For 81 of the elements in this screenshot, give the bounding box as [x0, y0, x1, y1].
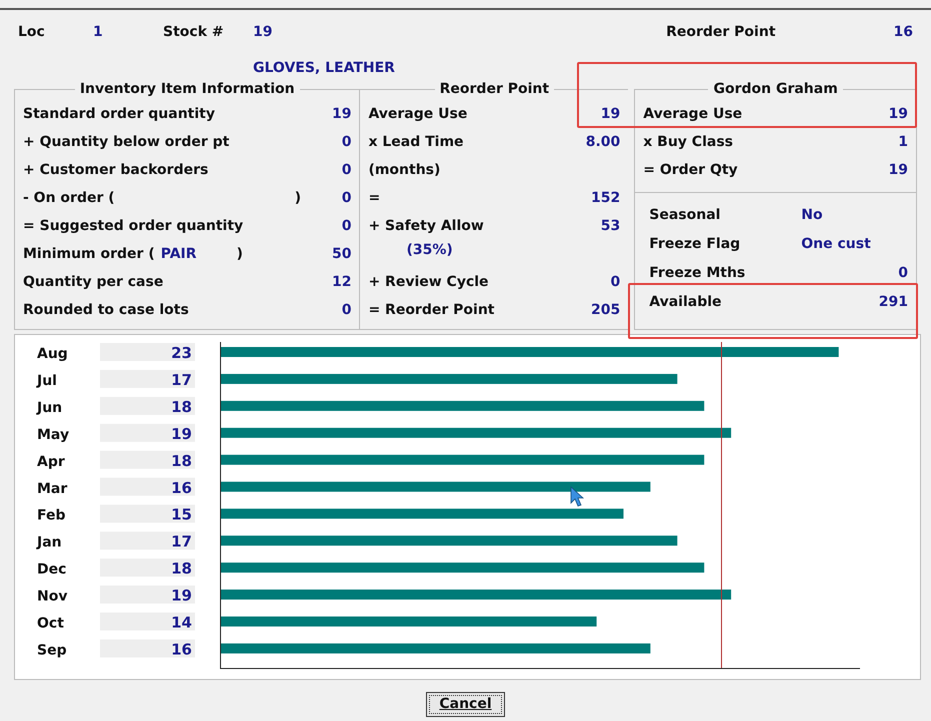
month-label: Nov	[37, 588, 68, 605]
value-label: 23	[171, 344, 192, 362]
field-value: 19	[888, 104, 908, 124]
field-value: 16	[894, 23, 913, 42]
field-label: x Buy Class	[643, 132, 733, 152]
field-label: = Reorder Point	[368, 300, 494, 320]
field-value: 19	[332, 104, 352, 124]
field-label: Minimum order (	[23, 244, 155, 264]
month-label: Dec	[37, 562, 66, 578]
field-label: )	[294, 188, 302, 208]
value-label: 15	[171, 506, 192, 524]
value-label: 18	[171, 398, 192, 416]
field-label: Reorder Point	[666, 23, 776, 42]
field-value: 1	[93, 23, 104, 42]
field-label: Standard order quantity	[23, 104, 215, 124]
month-label: Oct	[37, 616, 64, 632]
field-label: = Order Qty	[643, 160, 738, 180]
field-value: 19	[600, 104, 620, 124]
field-label: (months)	[368, 160, 440, 180]
field-label: + Review Cycle	[368, 272, 489, 292]
field-value: 152	[591, 188, 620, 208]
field-value: 0	[610, 272, 620, 292]
field-value: 50	[332, 244, 352, 264]
group-title: Inventory Item Information	[74, 81, 300, 97]
value-label: 18	[171, 560, 192, 578]
field-label: Loc	[18, 23, 46, 42]
field-value: No	[801, 206, 823, 225]
month-label: Jan	[37, 534, 62, 551]
cancel-button[interactable]: Cancel	[426, 692, 505, 717]
month-label: Jul	[37, 372, 57, 389]
field-value: 0	[898, 264, 908, 283]
item-description: GLOVES, LEATHER	[253, 60, 395, 76]
field-value: 1	[898, 132, 908, 152]
field-label: - On order (	[23, 188, 115, 208]
field-value: 19	[888, 160, 908, 180]
field-value: 0	[342, 216, 352, 236]
cursor-icon	[570, 486, 584, 506]
field-label: Quantity per case	[23, 272, 164, 292]
field-label: Average Use	[643, 104, 742, 124]
field-value: 0	[342, 188, 352, 208]
field-value: 8.00	[586, 132, 620, 152]
month-label: Aug	[37, 346, 68, 362]
field-label: + Customer backorders	[23, 160, 208, 180]
value-label: 18	[171, 452, 192, 470]
month-label: Mar	[37, 480, 68, 497]
field-value: 0	[342, 160, 352, 180]
field-label: )	[236, 244, 243, 264]
field-label: Stock #	[163, 23, 225, 42]
field-value: 53	[600, 216, 620, 236]
field-label: Rounded to case lots	[23, 300, 189, 320]
value-label: 16	[171, 478, 192, 497]
field-label: + Safety Allow	[368, 216, 484, 236]
field-value: 12	[332, 272, 352, 292]
month-label: Apr	[37, 454, 65, 470]
field-value: PAIR	[160, 244, 197, 264]
value-label: 19	[171, 424, 192, 443]
field-label: =	[368, 188, 380, 208]
field-value: (35%)	[406, 242, 453, 258]
field-label: x Lead Time	[368, 132, 464, 152]
field-value: 291	[878, 293, 908, 312]
value-label: 16	[171, 640, 192, 658]
value-label: 14	[171, 614, 192, 632]
field-label: = Suggested order quantity	[23, 216, 244, 236]
field-label: Available	[649, 293, 723, 312]
month-label: Feb	[37, 508, 66, 524]
field-label: Freeze Flag	[649, 235, 742, 254]
value-label: 19	[171, 586, 192, 605]
field-label: Average Use	[368, 104, 468, 124]
value-label: 17	[171, 370, 192, 389]
month-label: Jun	[37, 400, 62, 416]
field-value: 0	[342, 132, 352, 152]
field-value: 205	[591, 300, 620, 320]
month-label: Sep	[37, 642, 67, 658]
field-value: 0	[342, 300, 352, 320]
field-label: + Quantity below order pt	[23, 132, 230, 152]
field-label: Seasonal	[649, 206, 722, 225]
value-label: 17	[171, 532, 192, 551]
month-label: May	[37, 426, 70, 443]
field-value: 19	[253, 23, 272, 42]
field-label: Freeze Mths	[649, 264, 746, 283]
field-value: One cust	[801, 235, 871, 254]
